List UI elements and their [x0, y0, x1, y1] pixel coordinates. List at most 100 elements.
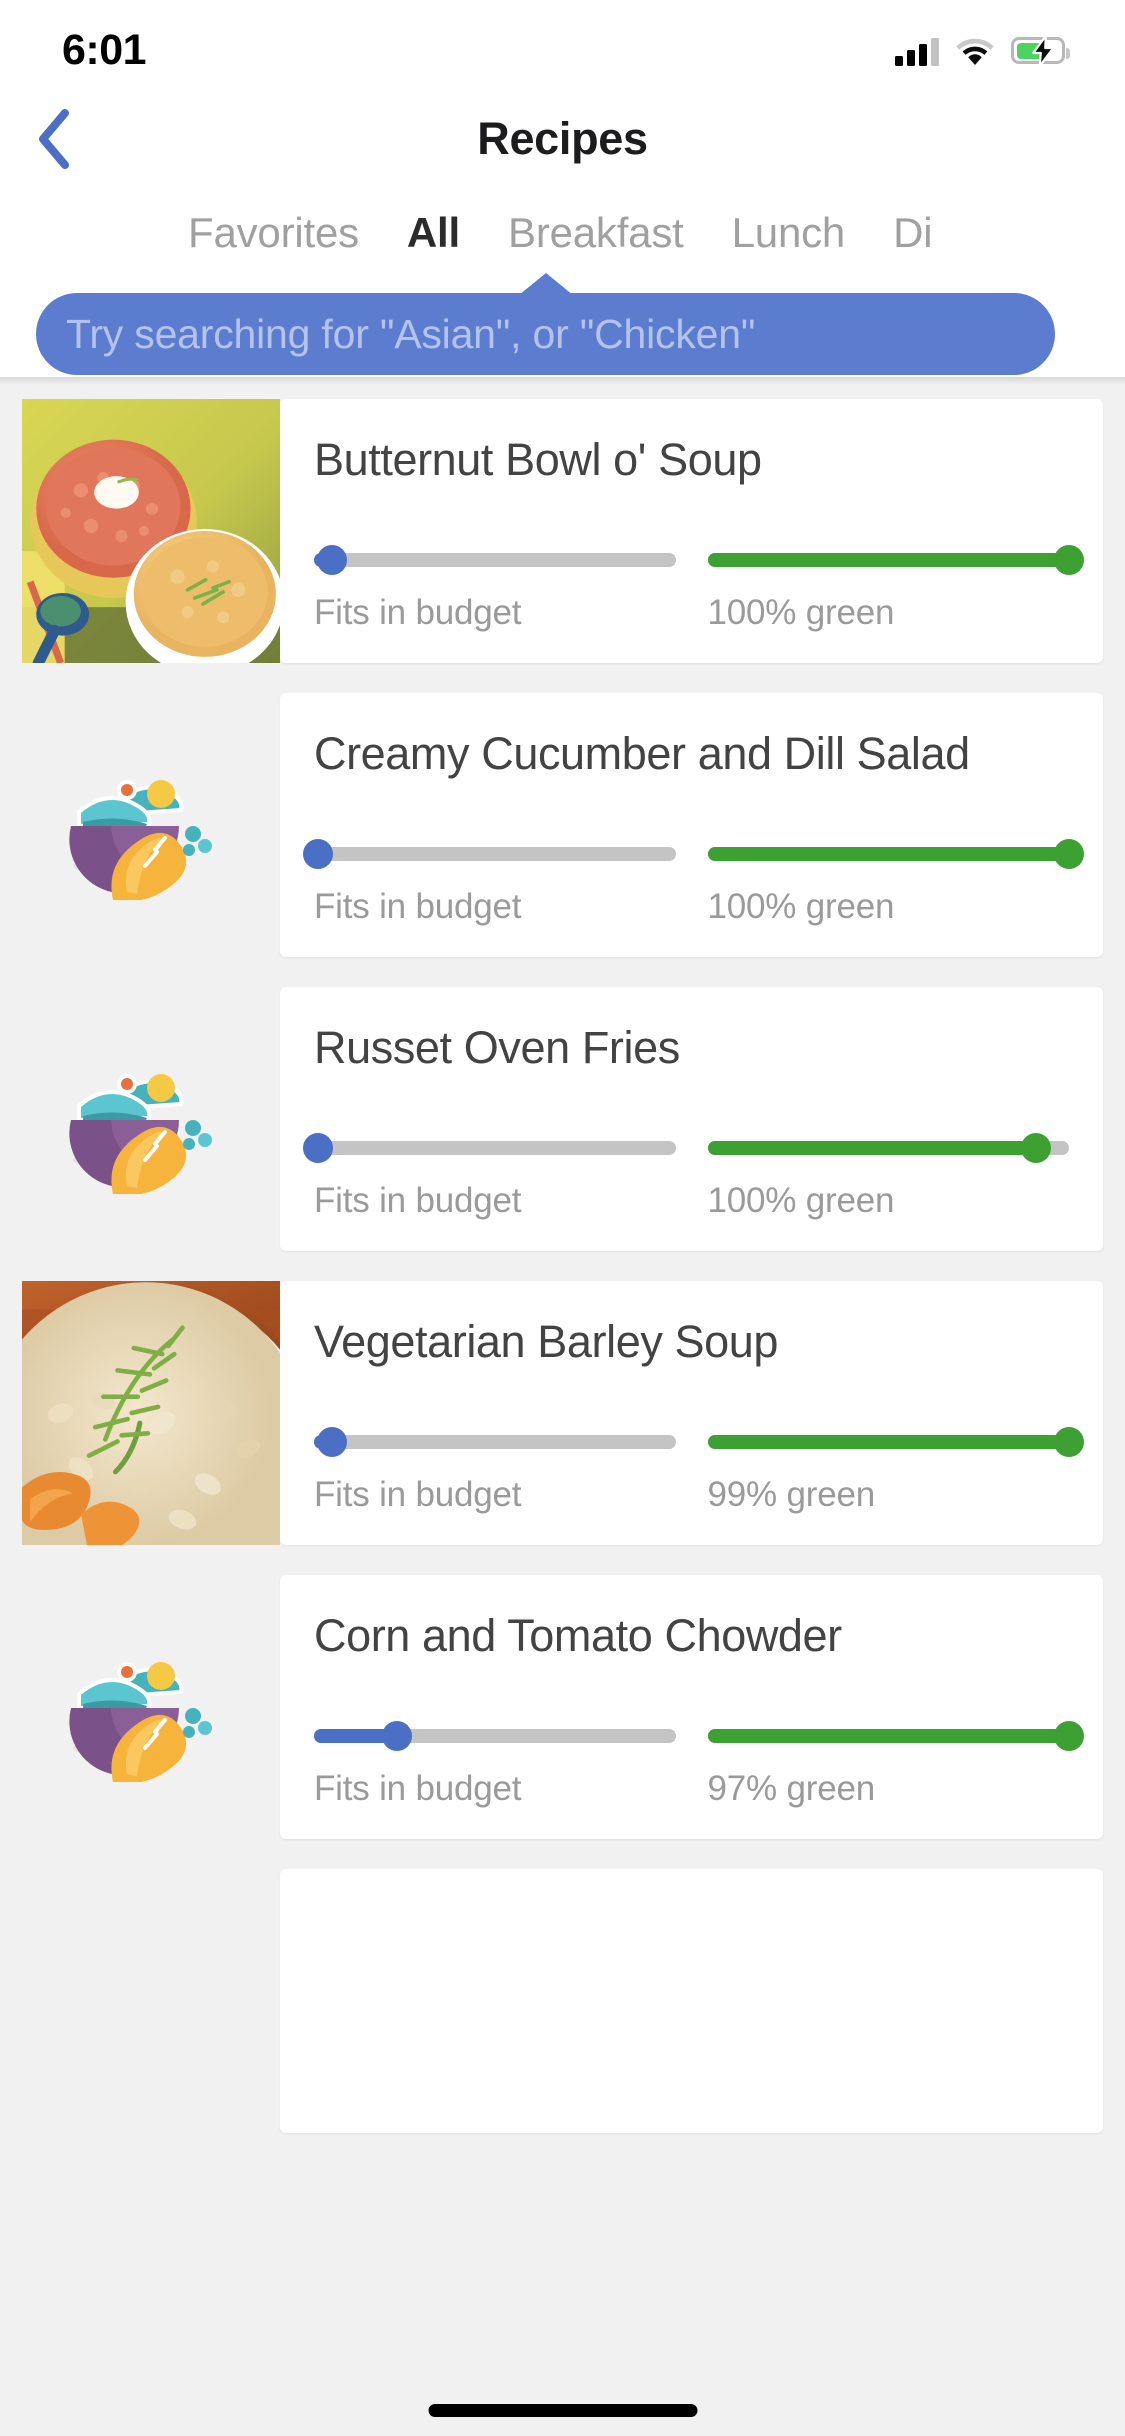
salad-bowl-placeholder-icon [68, 1662, 212, 1782]
budget-meter-label: Fits in budget [314, 1475, 522, 1514]
budget-meter-label: Fits in budget [314, 593, 522, 632]
recipe-meters: Fits in budget 97% green [314, 1721, 1084, 1809]
recipe-card-body[interactable]: Creamy Cucumber and Dill Salad Fits in b… [280, 693, 1103, 957]
recipe-card[interactable]: Butternut Bowl o' Soup Fits in budget 10… [0, 399, 1125, 663]
recipe-title: Butternut Bowl o' Soup [314, 434, 762, 485]
green-meter-track[interactable] [707, 1133, 1069, 1163]
tab-favorites[interactable]: Favorites [188, 209, 359, 257]
page-title: Recipes [477, 113, 648, 164]
search-hint-tooltip-container: Try searching for "Asian", or "Chicken" [0, 273, 1125, 377]
status-bar-indicators [895, 35, 1070, 66]
budget-meter-thumb[interactable] [382, 1721, 413, 1751]
green-meter-track[interactable] [707, 1721, 1084, 1751]
budget-meter-track[interactable] [314, 1721, 676, 1751]
budget-meter-label: Fits in budget [314, 1769, 522, 1808]
category-tab-bar[interactable]: Favorites All Breakfast Lunch Di [0, 183, 1125, 282]
budget-meter-thumb[interactable] [302, 1133, 333, 1163]
green-meter-fill [707, 1435, 1069, 1449]
list-top-shadow [0, 377, 1125, 385]
recipe-card[interactable]: Vegetarian Barley Soup Fits in budget 99… [0, 1281, 1125, 1545]
budget-meter-track[interactable] [302, 1133, 676, 1163]
budget-meter-label: Fits in budget [314, 887, 522, 926]
green-meter[interactable]: 100% green [707, 1133, 1069, 1221]
recipe-title: Vegetarian Barley Soup [314, 1316, 779, 1367]
battery-charging-icon [1011, 35, 1070, 66]
budget-meter-track[interactable] [302, 839, 676, 869]
green-meter-label: 97% green [707, 1769, 876, 1808]
recipe-thumbnail [0, 693, 280, 957]
green-meter-track[interactable] [707, 839, 1084, 869]
recipe-meters: Fits in budget 100% green [314, 545, 1084, 633]
budget-meter-thumb[interactable] [317, 545, 348, 575]
recipe-meters: Fits in budget 100% green [302, 839, 1084, 927]
status-bar: 6:01 [0, 0, 1125, 95]
green-meter[interactable]: 99% green [707, 1427, 1084, 1515]
recipe-thumbnail [0, 1869, 280, 2133]
green-meter-label: 100% green [707, 593, 895, 632]
recipe-card-partial[interactable] [0, 1869, 1125, 2133]
budget-meter-label: Fits in budget [314, 1181, 522, 1220]
recipe-card-body[interactable]: Vegetarian Barley Soup Fits in budget 99… [280, 1281, 1103, 1545]
green-meter-label: 99% green [707, 1475, 876, 1514]
budget-meter[interactable]: Fits in budget [302, 1133, 676, 1221]
tab-breakfast[interactable]: Breakfast [508, 209, 684, 257]
recipe-card[interactable]: Russet Oven Fries Fits in budget 100% gr… [0, 987, 1125, 1251]
green-meter-track[interactable] [707, 545, 1084, 575]
green-meter-thumb[interactable] [1054, 839, 1084, 869]
search-hint-tooltip[interactable]: Try searching for "Asian", or "Chicken" [36, 273, 1055, 375]
green-meter[interactable]: 100% green [707, 545, 1084, 633]
green-meter-thumb[interactable] [1054, 1721, 1084, 1751]
recipe-card-body[interactable]: Corn and Tomato Chowder Fits in budget 9… [280, 1575, 1103, 1839]
green-meter-label: 100% green [707, 887, 895, 926]
tab-all[interactable]: All [407, 209, 460, 257]
recipe-card[interactable]: Creamy Cucumber and Dill Salad Fits in b… [0, 693, 1125, 957]
green-meter-fill [707, 1729, 1069, 1743]
chevron-left-icon [39, 109, 69, 169]
recipe-card-body[interactable]: Russet Oven Fries Fits in budget 100% gr… [280, 987, 1103, 1251]
recipe-card-body[interactable] [280, 1869, 1103, 2133]
budget-meter[interactable]: Fits in budget [314, 545, 676, 633]
status-bar-clock: 6:01 [62, 26, 147, 74]
tooltip-text: Try searching for "Asian", or "Chicken" [66, 310, 756, 357]
green-meter-thumb[interactable] [1054, 1427, 1084, 1457]
recipe-card[interactable]: Corn and Tomato Chowder Fits in budget 9… [0, 1575, 1125, 1839]
recipe-card-body[interactable]: Butternut Bowl o' Soup Fits in budget 10… [280, 399, 1103, 663]
budget-meter-track[interactable] [314, 1427, 676, 1457]
recipe-title: Creamy Cucumber and Dill Salad [314, 728, 970, 779]
home-indicator[interactable] [428, 2404, 697, 2417]
budget-meter-thumb[interactable] [317, 1427, 348, 1457]
budget-meter-track[interactable] [314, 545, 676, 575]
green-meter-thumb[interactable] [1054, 545, 1084, 575]
butternut-squash-soup-photo [22, 399, 280, 663]
recipe-thumbnail [0, 399, 280, 663]
salad-bowl-placeholder-icon [68, 1074, 212, 1194]
recipe-meters: Fits in budget 99% green [314, 1427, 1084, 1515]
green-meter-thumb[interactable] [1021, 1133, 1052, 1163]
budget-meter[interactable]: Fits in budget [302, 839, 676, 927]
tab-lunch[interactable]: Lunch [732, 209, 846, 257]
green-meter-fill [707, 1141, 1037, 1155]
recipe-thumbnail [0, 987, 280, 1251]
recipe-thumbnail [0, 1575, 280, 1839]
tooltip-arrow-icon [518, 273, 573, 295]
budget-meter[interactable]: Fits in budget [314, 1721, 676, 1809]
green-meter[interactable]: 97% green [707, 1721, 1084, 1809]
budget-meter-thumb[interactable] [302, 839, 333, 869]
back-button[interactable] [16, 102, 90, 176]
budget-meter[interactable]: Fits in budget [314, 1427, 676, 1515]
green-meter-fill [707, 553, 1069, 567]
recipe-list[interactable]: Butternut Bowl o' Soup Fits in budget 10… [0, 377, 1125, 2436]
green-meter[interactable]: 100% green [707, 839, 1084, 927]
salad-bowl-placeholder-icon [68, 780, 212, 900]
green-meter-fill [707, 847, 1069, 861]
barley-soup-photo [22, 1281, 280, 1545]
recipe-meters: Fits in budget 100% green [302, 1133, 1069, 1221]
recipe-thumbnail [0, 1281, 280, 1545]
green-meter-track[interactable] [707, 1427, 1084, 1457]
green-meter-label: 100% green [707, 1181, 895, 1220]
wifi-icon [956, 37, 994, 65]
recipe-title: Corn and Tomato Chowder [314, 1610, 842, 1661]
navigation-bar: Recipes [0, 95, 1125, 183]
cellular-signal-icon [895, 36, 939, 66]
tab-dinner[interactable]: Di [893, 209, 932, 257]
